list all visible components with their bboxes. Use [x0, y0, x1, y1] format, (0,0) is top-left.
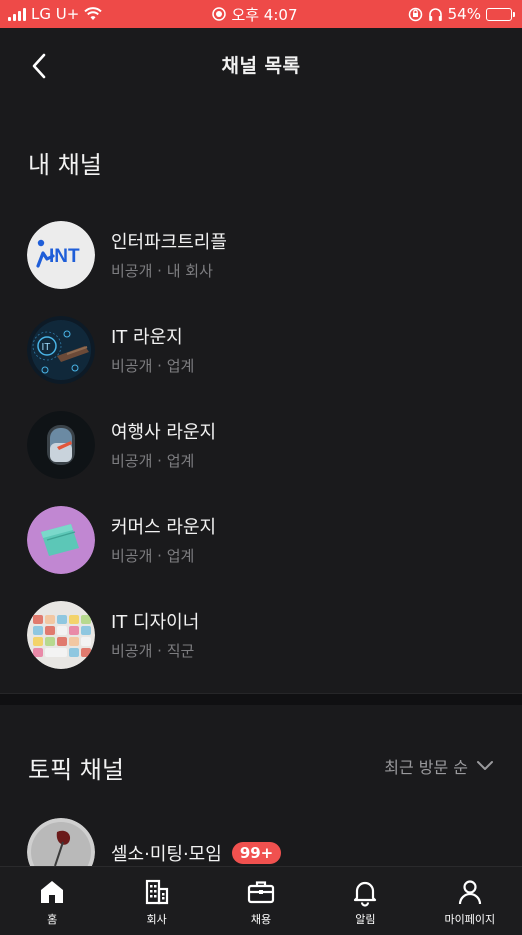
headphones-icon	[428, 7, 442, 21]
my-channel-list: INT 인터파크트리플 비공개 · 내 회사 IT IT 라운지 비공개 · 업…	[0, 207, 522, 682]
channel-name: 셀소·미팅·모임	[111, 844, 222, 865]
bottom-nav: 홈 회사 채용 알림 마이페이지	[0, 866, 522, 935]
topic-channels-title: 토픽 채널	[28, 756, 124, 784]
nav-item-mypage[interactable]: 마이페이지	[418, 867, 522, 935]
clock: 오후 4:07	[231, 5, 298, 24]
sort-dropdown[interactable]: 최근 방문 순	[384, 754, 494, 778]
briefcase-icon	[247, 881, 275, 904]
channel-avatar-tech-circuit: IT	[27, 315, 95, 384]
channel-meta: 비공개 · 업계	[111, 452, 195, 470]
nav-label: 홈	[47, 913, 58, 926]
bell-icon	[354, 881, 377, 907]
channel-meta: 비공개 · 업계	[111, 357, 195, 375]
back-button[interactable]	[22, 48, 58, 84]
app-header: 채널 목록	[0, 28, 522, 100]
building-icon	[145, 879, 168, 905]
channel-name: 여행사 라운지	[111, 422, 217, 443]
battery-percent: 54%	[447, 5, 481, 23]
status-bar: LG U+ 오후 4:07 54%	[0, 0, 522, 28]
channel-item-it-lounge[interactable]: IT IT 라운지 비공개 · 업계	[0, 302, 522, 397]
chevron-down-icon	[477, 761, 493, 770]
nav-label: 회사	[146, 913, 167, 926]
channel-meta: 비공개 · 내 회사	[111, 262, 213, 280]
nav-item-notifications[interactable]: 알림	[313, 867, 417, 935]
battery-icon	[485, 7, 515, 21]
channel-name: IT 디자이너	[111, 612, 200, 633]
nav-item-jobs[interactable]: 채용	[209, 867, 313, 935]
channel-meta: 비공개 · 업계	[111, 547, 195, 565]
channel-avatar-int-logo: INT	[27, 220, 95, 289]
channel-avatar-keyboard	[27, 600, 95, 669]
home-icon	[41, 881, 64, 903]
unread-badge: 99+	[231, 842, 282, 864]
channel-item-commerce-lounge[interactable]: 커머스 라운지 비공개 · 업계	[0, 492, 522, 587]
nav-label: 마이페이지	[444, 913, 496, 926]
record-icon	[212, 7, 227, 21]
nav-item-company[interactable]: 회사	[104, 867, 208, 935]
channel-name: 커머스 라운지	[111, 517, 217, 538]
nav-label: 채용	[250, 913, 272, 926]
signal-icon	[8, 7, 26, 21]
carrier-label: LG U+	[31, 5, 80, 23]
channel-avatar-rose	[27, 818, 95, 866]
svg-text:INT: INT	[49, 246, 80, 267]
channel-meta: 비공개 · 직군	[111, 642, 195, 660]
channel-name: IT 라운지	[111, 327, 183, 348]
nav-label: 알림	[355, 913, 376, 926]
channel-name: 인터파크트리플	[111, 232, 227, 253]
topic-item-meeting[interactable]: 셀소·미팅·모임 99+	[0, 818, 522, 866]
page-title: 채널 목록	[221, 54, 301, 77]
person-icon	[458, 880, 481, 905]
wifi-icon	[84, 7, 103, 20]
channel-item-it-designer[interactable]: IT 디자이너 비공개 · 직군	[0, 587, 522, 682]
section-divider	[0, 693, 522, 705]
nav-item-home[interactable]: 홈	[0, 867, 104, 935]
rotation-lock-icon	[408, 7, 422, 21]
sort-label: 최근 방문 순	[384, 758, 468, 777]
channel-avatar-airplane-window	[27, 410, 95, 479]
channel-avatar-wallet	[27, 505, 95, 574]
svg-text:IT: IT	[42, 342, 51, 353]
channel-item-interpark-triple[interactable]: INT 인터파크트리플 비공개 · 내 회사	[0, 207, 522, 302]
channel-item-travel-lounge[interactable]: 여행사 라운지 비공개 · 업계	[0, 397, 522, 492]
my-channels-title: 내 채널	[28, 151, 102, 179]
chevron-left-icon	[32, 53, 46, 79]
